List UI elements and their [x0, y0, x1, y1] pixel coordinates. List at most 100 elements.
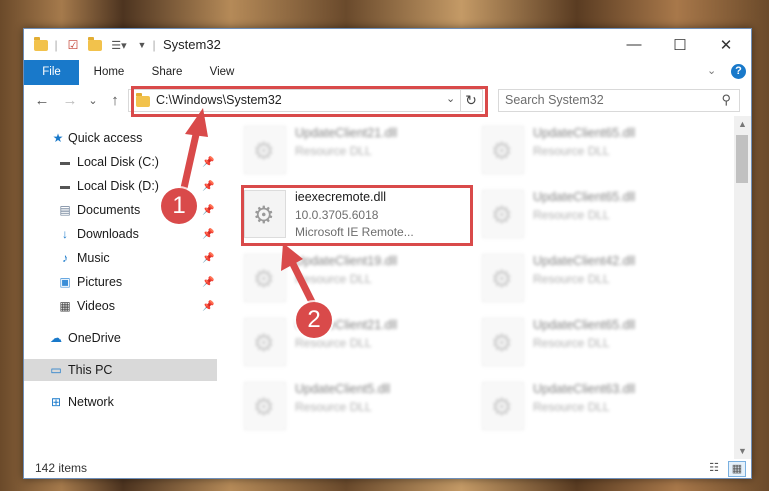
maximize-button[interactable]: ☐ — [657, 29, 703, 60]
sidebar-item-videos[interactable]: ▦ Videos 📌 — [24, 295, 217, 317]
file-type: Resource DLL — [533, 144, 610, 158]
tab-home[interactable]: Home — [86, 60, 132, 85]
scroll-up-icon[interactable]: ▲ — [734, 116, 751, 132]
sidebar-item-music[interactable]: ♪ Music 📌 — [24, 247, 217, 269]
file-type: Resource DLL — [295, 144, 372, 158]
file-list: UpdateClient21.dll Resource DLL UpdateCl… — [218, 116, 734, 459]
file-item[interactable]: UpdateClient19.dll Resource DLL — [244, 250, 474, 306]
dll-file-icon — [482, 190, 524, 238]
properties-icon[interactable]: ☑ — [64, 37, 82, 53]
folder-icon[interactable] — [32, 36, 50, 53]
sidebar-item-pictures[interactable]: ▣ Pictures 📌 — [24, 271, 217, 293]
file-name: UpdateClient65.dll — [533, 126, 636, 140]
file-item[interactable]: UpdateClient21.dll Resource DLL — [244, 314, 474, 370]
file-item[interactable]: UpdateClient65.dll Resource DLL — [482, 186, 712, 242]
back-button[interactable]: ← — [32, 90, 52, 110]
sidebar-item-label: This PC — [68, 363, 113, 377]
sidebar-item-quick-access[interactable]: ★ Quick access — [24, 127, 217, 149]
drive-icon: ▬ — [60, 180, 70, 192]
sidebar-item-label: OneDrive — [68, 331, 121, 345]
tab-file[interactable]: File — [24, 60, 79, 85]
sidebar-item-label: Music — [77, 251, 110, 265]
file-item[interactable]: UpdateClient63.dll Resource DLL — [482, 378, 712, 434]
file-name: UpdateClient5.dll — [295, 382, 391, 396]
pin-icon: 📌 — [202, 228, 215, 240]
cloud-icon: ☁ — [50, 331, 62, 345]
file-type: Resource DLL — [533, 272, 610, 286]
customize-toolbar-icon[interactable]: ☰▾ — [108, 37, 130, 53]
explorer-window: | ☑ ☰▾ ▼ | System32 — ☐ ✕ File Home Shar… — [23, 28, 752, 479]
sidebar-item-label: Documents — [77, 203, 141, 217]
separator: | — [152, 38, 156, 52]
pin-icon: 📌 — [202, 204, 215, 216]
sidebar-item-label: Pictures — [77, 275, 123, 289]
sidebar-item-network[interactable]: ⊞ Network — [24, 391, 217, 413]
file-item[interactable]: UpdateClient65.dll Resource DLL — [482, 122, 712, 178]
forward-button[interactable]: → — [60, 90, 80, 110]
sidebar-item-label: Quick access — [68, 131, 143, 145]
downloads-icon: ↓ — [62, 227, 68, 241]
search-placeholder[interactable]: Search System32 — [505, 93, 604, 107]
file-name: UpdateClient42.dll — [533, 254, 636, 268]
sidebar-item-label: Videos — [77, 299, 115, 313]
music-icon: ♪ — [62, 251, 68, 265]
dll-file-icon — [244, 254, 286, 302]
help-icon[interactable]: ? — [731, 64, 746, 79]
pin-icon: 📌 — [202, 252, 215, 264]
file-item[interactable]: UpdateClient5.dll Resource DLL — [244, 378, 474, 434]
tab-view[interactable]: View — [200, 60, 244, 85]
file-item[interactable]: UpdateClient65.dll Resource DLL — [482, 314, 712, 370]
file-name: UpdateClient63.dll — [533, 382, 636, 396]
new-folder-icon[interactable] — [86, 36, 104, 53]
dll-file-icon — [482, 126, 524, 174]
sidebar-item-label: Network — [68, 395, 114, 409]
file-type: Resource DLL — [533, 208, 610, 222]
file-highlight-box — [241, 185, 473, 246]
dll-file-icon — [244, 126, 286, 174]
file-type: Resource DLL — [533, 400, 610, 414]
file-name: UpdateClient21.dll — [295, 126, 398, 140]
file-type: Resource DLL — [533, 336, 610, 350]
sidebar-item-label: Local Disk (C:) — [77, 155, 159, 169]
item-count: 142 items — [35, 461, 88, 475]
pictures-icon: ▣ — [59, 275, 71, 289]
dll-file-icon — [482, 254, 524, 302]
file-type: Resource DLL — [295, 400, 372, 414]
scroll-thumb[interactable] — [736, 135, 748, 183]
pin-icon: 📌 — [202, 276, 215, 288]
sidebar-item-this-pc[interactable]: ▭ This PC — [24, 359, 217, 381]
file-item[interactable]: UpdateClient42.dll Resource DLL — [482, 250, 712, 306]
dll-file-icon — [482, 382, 524, 430]
scroll-down-icon[interactable]: ▼ — [734, 443, 751, 459]
minimize-button[interactable]: — — [611, 29, 657, 60]
sidebar-item-label: Local Disk (D:) — [77, 179, 159, 193]
address-highlight-box — [131, 86, 488, 117]
window-title: System32 — [163, 37, 221, 52]
separator: | — [54, 38, 58, 52]
dll-file-icon — [482, 318, 524, 366]
details-view-icon[interactable]: ☷ — [706, 461, 722, 475]
large-icons-view-icon[interactable]: ▦ — [728, 461, 746, 477]
pin-icon: 📌 — [202, 300, 215, 312]
expand-ribbon-icon[interactable]: ⌄ — [707, 64, 716, 77]
up-button[interactable]: ↑ — [106, 90, 124, 110]
vertical-scrollbar[interactable]: ▲ ▼ — [734, 116, 751, 459]
drive-icon: ▬ — [60, 156, 70, 168]
sidebar-item-label: Downloads — [77, 227, 139, 241]
recent-locations-button[interactable]: ⌄ — [86, 90, 100, 110]
file-type: Resource DLL — [295, 272, 372, 286]
close-button[interactable]: ✕ — [703, 29, 749, 60]
sidebar-item-downloads[interactable]: ↓ Downloads 📌 — [24, 223, 217, 245]
tab-share[interactable]: Share — [144, 60, 190, 85]
quick-access-dropdown-icon[interactable]: ▼ — [136, 37, 148, 53]
network-icon: ⊞ — [50, 395, 62, 409]
sidebar-item-onedrive[interactable]: ☁ OneDrive — [24, 327, 217, 349]
search-icon[interactable]: ⚲ — [721, 92, 731, 108]
callout-badge-1: 1 — [161, 188, 197, 224]
file-name: UpdateClient65.dll — [533, 318, 636, 332]
ribbon-tabs: File Home Share View ⌄ ? — [24, 60, 751, 85]
search-box[interactable]: Search System32 ⚲ — [498, 89, 740, 112]
file-item[interactable]: UpdateClient21.dll Resource DLL — [244, 122, 474, 178]
file-name: UpdateClient65.dll — [533, 190, 636, 204]
sidebar-item-local-disk-c[interactable]: ▬ Local Disk (C:) 📌 — [24, 151, 217, 173]
